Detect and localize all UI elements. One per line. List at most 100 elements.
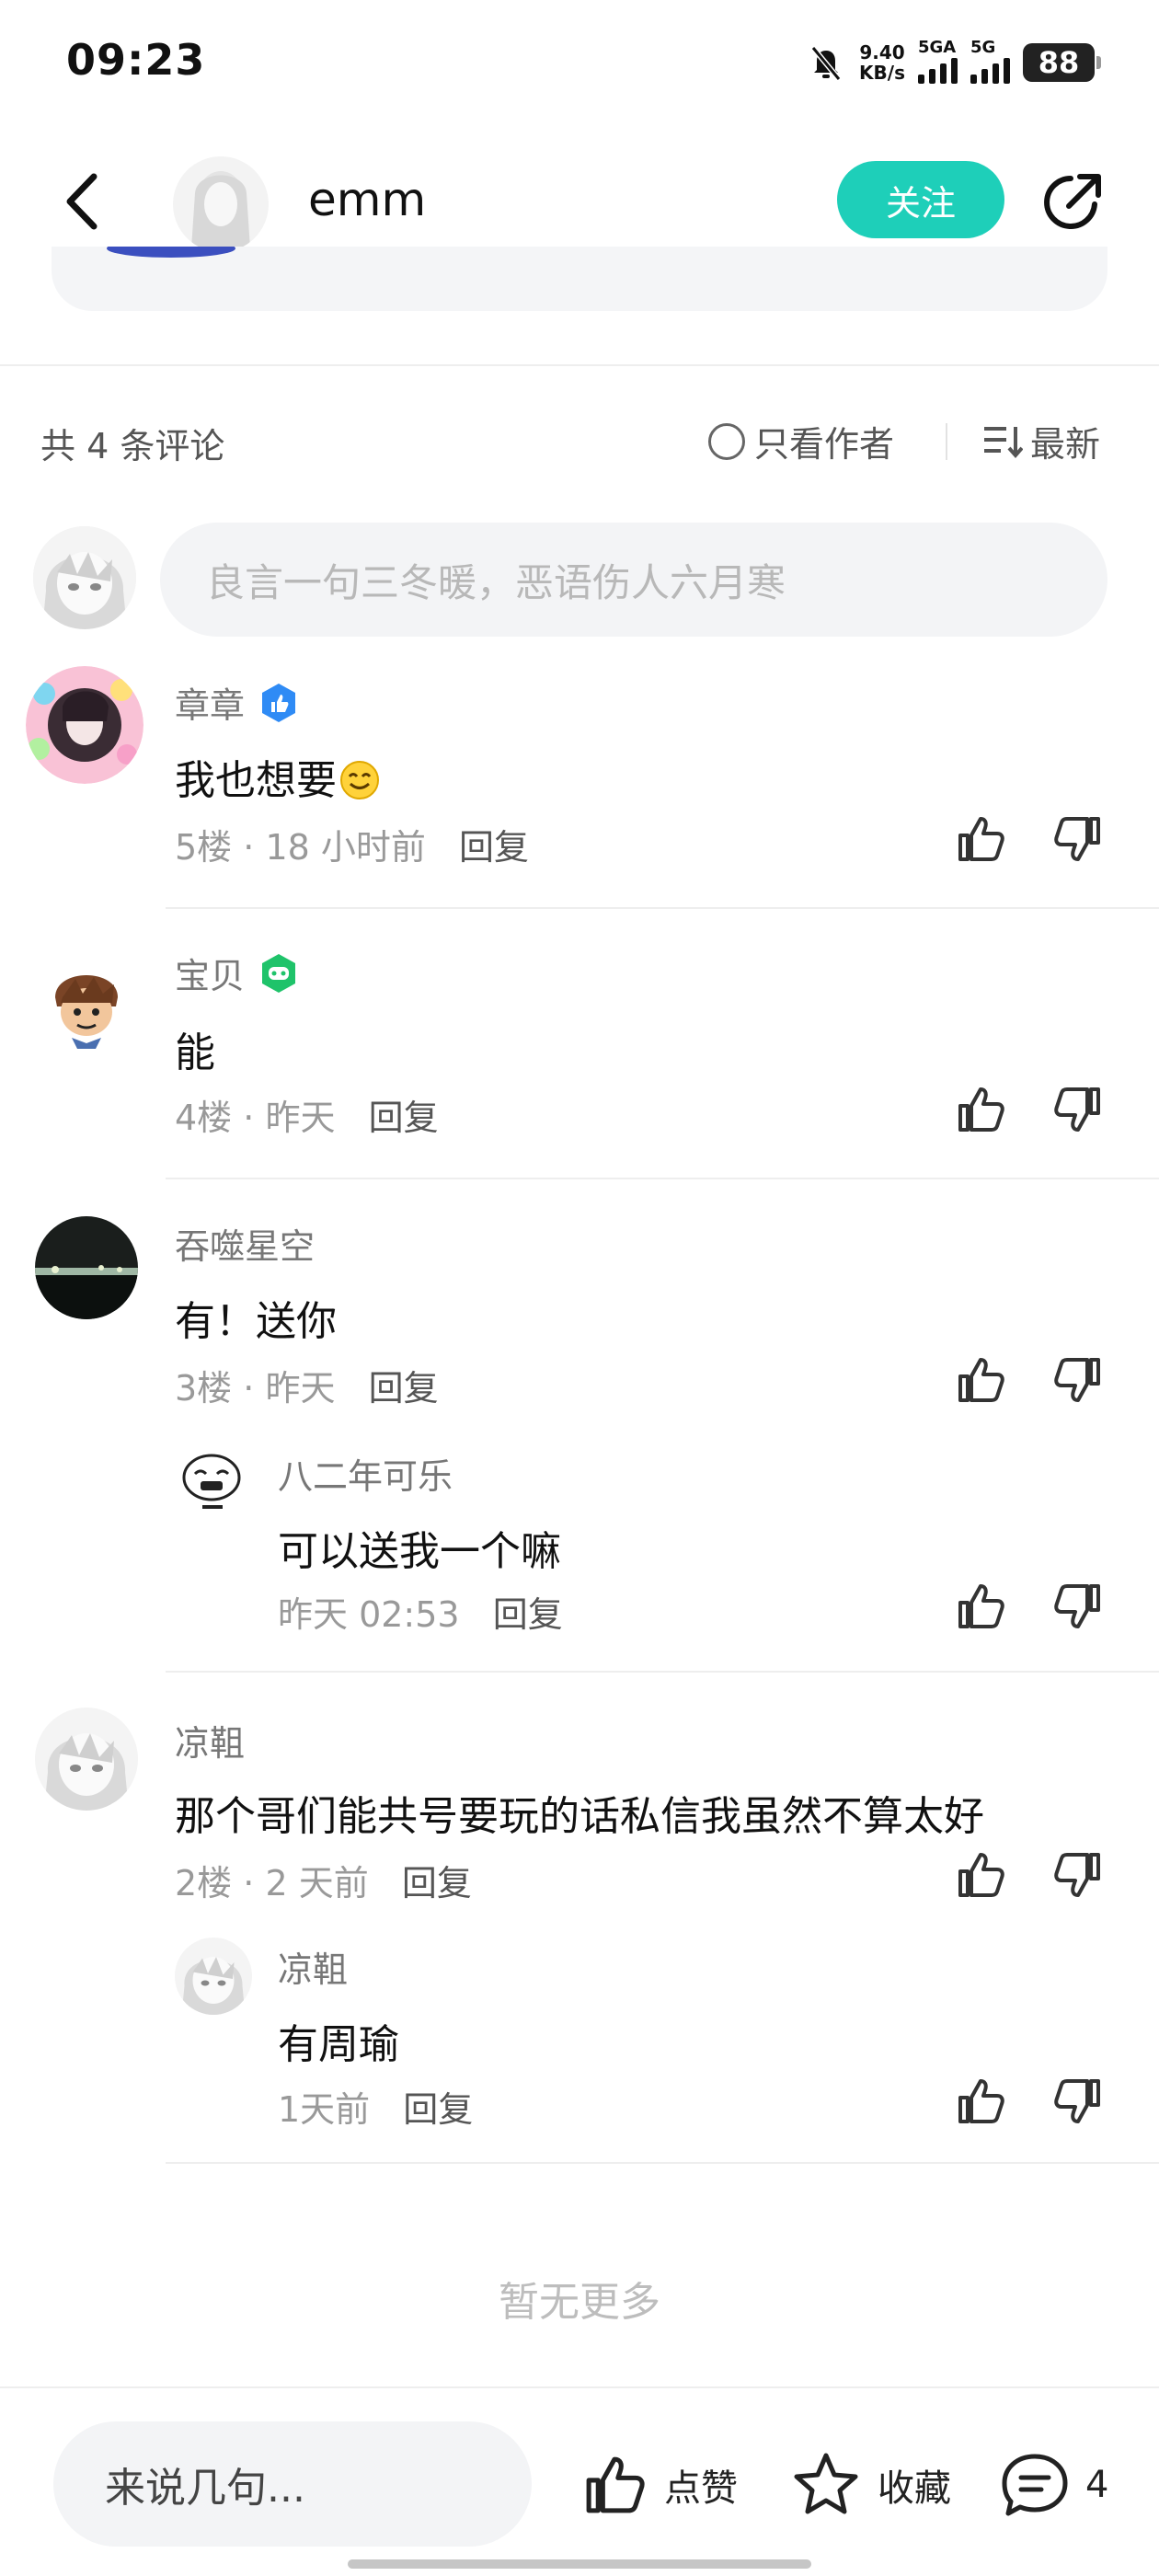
thumbs-up-icon[interactable] <box>953 2074 1008 2129</box>
comment-text: 那个哥们能共号要玩的话私信我虽然不算太好 <box>175 1793 984 1840</box>
like-action[interactable]: 点赞 <box>580 2445 738 2524</box>
comment-time: 2 天前 <box>265 1863 369 1903</box>
commenter-avatar[interactable] <box>26 666 143 784</box>
comment-meta: 4楼 · 昨天 回复 <box>175 1098 439 1138</box>
comment-text-content: 我也想要 <box>175 757 337 804</box>
reply-text: 可以送我一个嘛 <box>278 1528 561 1575</box>
reply-button[interactable]: 回复 <box>459 827 529 868</box>
thumbs-down-icon[interactable] <box>1050 811 1106 867</box>
reply-button[interactable]: 回复 <box>493 1594 563 1635</box>
commenter-avatar[interactable] <box>35 1216 138 1319</box>
commenter-name[interactable]: 吞噬星空 <box>175 1218 315 1269</box>
reply-time: 1天前 <box>278 2089 371 2130</box>
sort-label: 最新 <box>1030 424 1101 465</box>
card-image-edge <box>107 247 235 258</box>
thumbs-down-icon[interactable] <box>1050 1352 1106 1408</box>
thumbs-up-icon[interactable] <box>953 811 1008 867</box>
thumbs-down-icon[interactable] <box>1050 1082 1106 1137</box>
sim1-label: 5GA <box>918 38 957 57</box>
sort-toggle[interactable]: 最新 <box>982 416 1100 466</box>
commenter-avatar[interactable] <box>35 1708 138 1811</box>
commenter-name-text[interactable]: 章章 <box>175 677 245 728</box>
home-indicator[interactable] <box>348 2559 811 2569</box>
follow-button[interactable]: 关注 <box>837 161 1004 238</box>
thumbs-up-icon[interactable] <box>953 1082 1008 1137</box>
thumbs-up-icon[interactable] <box>953 1579 1008 1634</box>
reply-meta: 昨天 02:53 回复 <box>278 1586 563 1637</box>
comment-divider <box>166 2162 1159 2164</box>
reply-meta: 1天前 回复 <box>278 2081 473 2132</box>
reply-user-name-text[interactable]: 凉靻 <box>278 1941 348 1992</box>
commenter-name-text[interactable]: 宝贝 <box>175 948 245 998</box>
radio-circle-icon[interactable] <box>708 422 745 460</box>
author-name[interactable]: emm <box>308 173 426 226</box>
comment-divider <box>166 1671 1159 1673</box>
thumbs-up-icon[interactable] <box>953 1352 1008 1408</box>
signal-sim1: 5GA <box>918 38 958 84</box>
comment-action[interactable]: 4 <box>999 2445 1108 2524</box>
commenter-name[interactable]: 宝贝 <box>175 948 300 998</box>
author-avatar[interactable] <box>173 156 269 252</box>
commenter-name[interactable]: 凉靻 <box>175 1715 245 1765</box>
share-icon[interactable] <box>1038 167 1107 237</box>
star-icon <box>794 2453 858 2514</box>
reply-time: 昨天 02:53 <box>278 1594 460 1635</box>
comment-count-badge: 4 <box>1085 2464 1109 2506</box>
commenter-avatar[interactable] <box>35 951 138 1054</box>
favorite-action[interactable]: 收藏 <box>789 2445 951 2524</box>
comment-floor: 5楼 <box>175 827 233 868</box>
game-badge-icon <box>262 953 296 993</box>
reply-button[interactable]: 回复 <box>369 1368 439 1409</box>
header-separator <box>946 423 947 460</box>
bottom-comment-input[interactable]: 来说几句... <box>53 2421 532 2547</box>
no-more-label: 暂无更多 <box>499 2279 660 2326</box>
status-icons: 9.40 KB/s 5GA 5G 88 <box>806 37 1101 88</box>
comment-divider <box>166 1178 1159 1179</box>
reply-text: 有周瑜 <box>278 2021 399 2068</box>
reply-button[interactable]: 回复 <box>402 1863 472 1903</box>
comment-count: 共 4 条评论 <box>40 426 225 466</box>
thumbs-down-icon[interactable] <box>1050 2074 1106 2129</box>
battery-indicator: 88 <box>1023 43 1101 82</box>
thumbs-up-icon[interactable] <box>953 1847 1008 1903</box>
comment-input[interactable]: 良言一句三冬暖，恶语伤人六月寒 <box>160 523 1107 637</box>
comment-meta: 5楼 · 18 小时前 回复 <box>175 827 529 868</box>
back-arrow-icon[interactable] <box>57 169 112 234</box>
comment-text: 有！送你 <box>175 1298 337 1345</box>
reply-button[interactable]: 回复 <box>369 1098 439 1138</box>
status-bar: 09:23 9.40 KB/s 5GA 5G 88 <box>0 0 1159 125</box>
comment-meta: 3楼 · 昨天 回复 <box>175 1368 439 1409</box>
reply-avatar[interactable] <box>175 1444 252 1522</box>
commenter-name[interactable]: 章章 <box>175 677 300 728</box>
reply-avatar[interactable] <box>175 1938 252 2015</box>
status-time: 09:23 <box>66 35 206 85</box>
comment-text: 能 <box>175 1029 215 1076</box>
signal-sim2: 5G <box>970 38 1010 84</box>
comment-floor: 3楼 <box>175 1368 233 1409</box>
reply-user-name[interactable]: 八二年可乐 <box>278 1448 453 1499</box>
reply-user-name-text[interactable]: 八二年可乐 <box>278 1448 453 1499</box>
like-label: 点赞 <box>664 2467 738 2510</box>
commenter-name-text[interactable]: 吞噬星空 <box>175 1218 315 1269</box>
reply-user-name[interactable]: 凉靻 <box>278 1941 348 1992</box>
net-speed: 9.40 KB/s <box>859 42 905 83</box>
sim2-label: 5G <box>970 38 996 57</box>
section-divider <box>0 364 1159 366</box>
net-speed-value: 9.40 <box>859 41 905 63</box>
comment-meta: 2楼 · 2 天前 回复 <box>175 1863 472 1903</box>
thumbs-down-icon[interactable] <box>1050 1579 1106 1634</box>
comment-time: 昨天 <box>265 1098 336 1138</box>
author-only-label: 只看作者 <box>754 424 895 465</box>
thumbs-down-icon[interactable] <box>1050 1847 1106 1903</box>
net-speed-unit: KB/s <box>859 62 905 84</box>
my-avatar <box>33 526 136 629</box>
comment-time: 18 小时前 <box>265 827 426 868</box>
smile-emoji-icon <box>340 761 379 799</box>
thumbs-up-icon <box>586 2456 645 2513</box>
author-only-toggle[interactable]: 只看作者 <box>708 416 894 466</box>
comment-floor: 2楼 <box>175 1863 233 1903</box>
comment-divider <box>166 907 1159 909</box>
reply-button[interactable]: 回复 <box>403 2089 473 2130</box>
commenter-name-text[interactable]: 凉靻 <box>175 1715 245 1765</box>
favorite-label: 收藏 <box>878 2467 951 2510</box>
